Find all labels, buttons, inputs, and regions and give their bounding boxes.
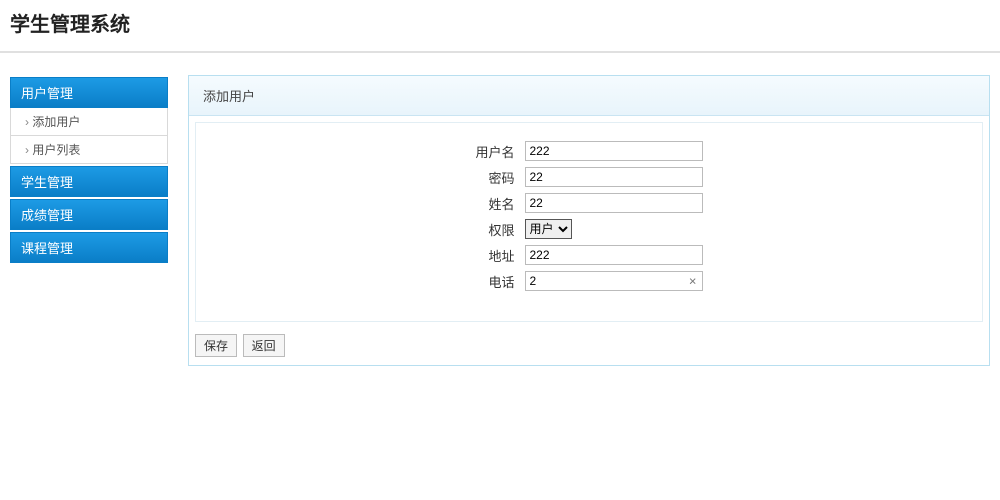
sidebar-item-user-list[interactable]: 用户列表 <box>10 136 168 164</box>
save-button[interactable]: 保存 <box>195 334 237 357</box>
label-username: 用户名 <box>471 139 518 163</box>
panel-body: 用户名 密码 姓名 权限 用户 <box>195 122 983 322</box>
sidebar-section-user[interactable]: 用户管理 <box>10 77 168 108</box>
input-password[interactable] <box>525 167 703 187</box>
clear-icon[interactable]: × <box>689 275 697 288</box>
sidebar-section-grade[interactable]: 成绩管理 <box>10 199 168 230</box>
input-address[interactable] <box>525 245 703 265</box>
app-header: 学生管理系统 <box>0 0 1000 53</box>
label-name: 姓名 <box>471 191 518 215</box>
main-area: 添加用户 用户名 密码 姓名 权限 <box>188 75 990 366</box>
select-role[interactable]: 用户 <box>525 219 572 239</box>
input-phone[interactable] <box>525 271 703 291</box>
sidebar-item-add-user[interactable]: 添加用户 <box>10 108 168 136</box>
form-panel: 添加用户 用户名 密码 姓名 权限 <box>188 75 990 366</box>
label-phone: 电话 <box>471 269 518 293</box>
label-role: 权限 <box>471 217 518 241</box>
sidebar-section-course[interactable]: 课程管理 <box>10 232 168 263</box>
back-button[interactable]: 返回 <box>243 334 285 357</box>
layout: 用户管理 添加用户 用户列表 学生管理 成绩管理 课程管理 添加用户 用户名 密… <box>0 75 1000 366</box>
form-table: 用户名 密码 姓名 权限 用户 <box>469 137 708 295</box>
input-username[interactable] <box>525 141 703 161</box>
app-title: 学生管理系统 <box>10 8 990 37</box>
label-address: 地址 <box>471 243 518 267</box>
sidebar-section-student[interactable]: 学生管理 <box>10 166 168 197</box>
panel-title: 添加用户 <box>189 76 989 116</box>
sidebar: 用户管理 添加用户 用户列表 学生管理 成绩管理 课程管理 <box>10 75 168 366</box>
action-bar: 保存 返回 <box>189 328 989 365</box>
input-name[interactable] <box>525 193 703 213</box>
label-password: 密码 <box>471 165 518 189</box>
